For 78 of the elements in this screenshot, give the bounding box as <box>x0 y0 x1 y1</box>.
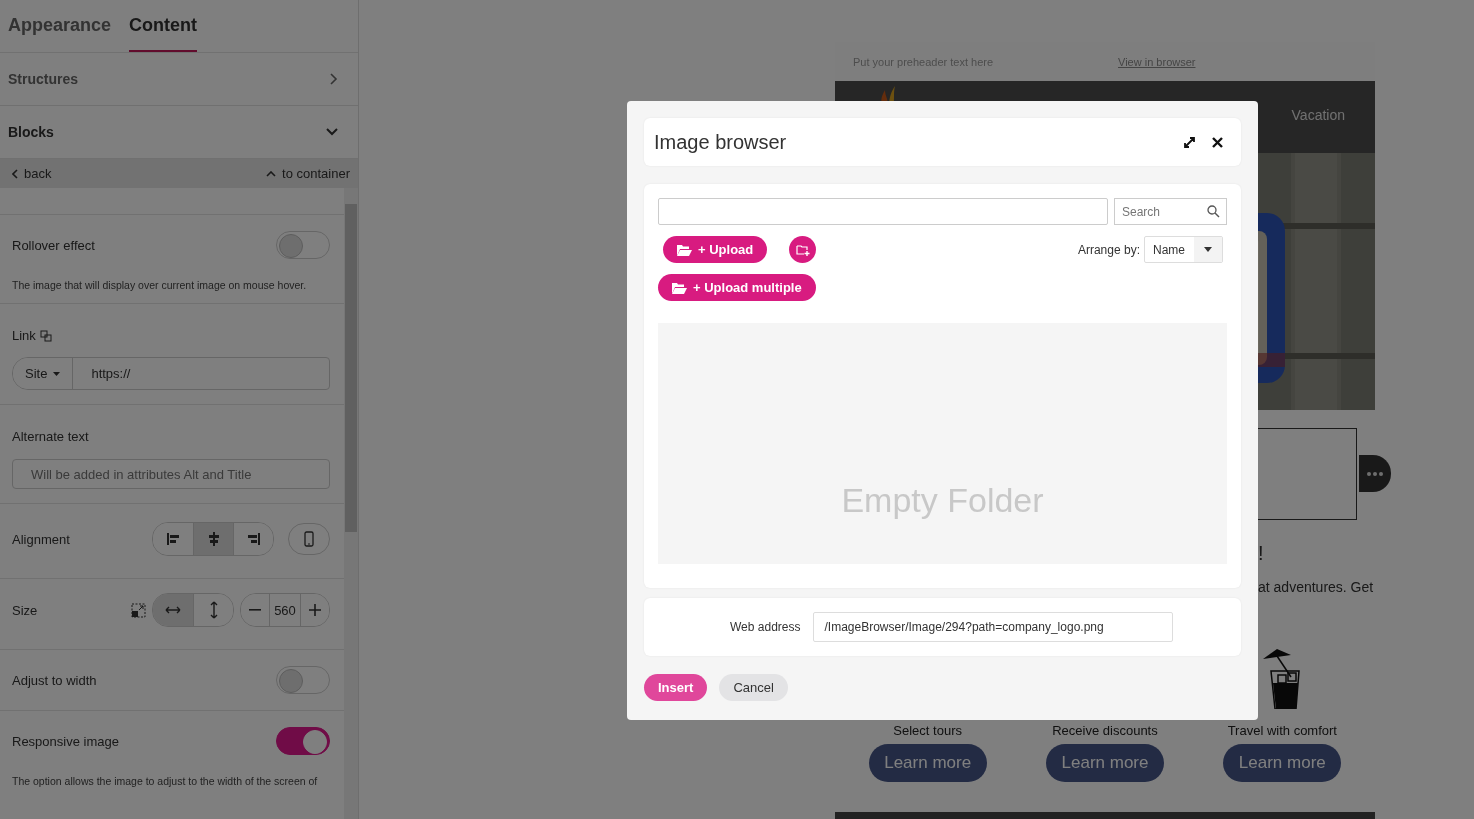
chevron-left-icon <box>12 168 18 179</box>
setting-label: Link <box>12 328 36 343</box>
section-header[interactable]: Structures <box>0 53 358 106</box>
section-title: Structures <box>8 71 79 87</box>
scheme-dropdown[interactable]: Site <box>13 358 74 389</box>
mobile-button[interactable] <box>288 523 330 555</box>
help-text: The option allows the image to adjust to the width of the screen of <box>12 775 319 789</box>
arrange-dropdown[interactable]: Name <box>1144 236 1223 263</box>
section-title: Blocks <box>8 124 54 140</box>
chevron-right-icon <box>330 73 338 85</box>
size-mode-button[interactable] <box>153 594 193 626</box>
size-value: 560 <box>269 594 301 626</box>
toggle-switch[interactable] <box>276 666 330 694</box>
phone-icon <box>304 531 314 547</box>
chevron-down-icon <box>326 128 338 136</box>
search-icon <box>1207 205 1220 218</box>
caret-down-icon <box>53 371 61 376</box>
chevron-up-icon <box>266 170 277 177</box>
path-field[interactable] <box>658 198 1108 225</box>
expand-button[interactable] <box>1183 135 1196 149</box>
horizontal-arrow-icon <box>165 606 181 614</box>
caret-down-icon <box>1204 247 1212 252</box>
setting-label: Size <box>12 602 38 618</box>
more-icon <box>1367 471 1383 476</box>
setting-label: Alignment <box>12 531 70 547</box>
feature-caption: Travel with comfort <box>1227 723 1337 738</box>
alignment-button[interactable] <box>193 523 233 555</box>
align-right-icon <box>246 532 261 546</box>
upload-multiple-button[interactable]: + Upload multiple <box>658 274 816 301</box>
upload-button[interactable]: + Upload <box>663 236 768 263</box>
alignment-button[interactable] <box>233 523 273 555</box>
close-button[interactable] <box>1212 136 1223 148</box>
expand-icon <box>1183 135 1196 149</box>
copy-icon <box>39 329 52 342</box>
learn-more-button[interactable]: Learn more <box>1046 744 1164 782</box>
insert-button[interactable]: Insert <box>644 674 708 701</box>
view-in-browser-link[interactable]: View in browser <box>1118 55 1196 68</box>
align-left-icon <box>166 532 180 546</box>
size-mode-button[interactable] <box>193 594 233 626</box>
close-icon <box>1212 136 1223 148</box>
scrollbar[interactable] <box>344 188 358 819</box>
feature-caption: Select tours <box>893 723 962 738</box>
setting-label: Rollover effect <box>12 237 95 253</box>
container-link[interactable]: to container <box>266 166 350 181</box>
web-address-label: Web address <box>730 620 801 634</box>
back-link[interactable]: back <box>12 166 52 181</box>
learn-more-button[interactable]: Learn more <box>868 744 987 782</box>
toggle-switch[interactable] <box>276 727 330 755</box>
plus-icon <box>308 604 321 616</box>
alt-text-field[interactable]: Will be added in attributes Alt and Title <box>12 459 330 489</box>
menu-item[interactable]: Vacation <box>1291 107 1345 123</box>
setting-label: Responsive image <box>12 733 119 749</box>
email-text: at adventures. Get <box>1257 579 1375 595</box>
resize-icon <box>131 602 146 618</box>
setting-label: Alternate text <box>12 429 89 444</box>
toggle-switch[interactable] <box>276 231 330 259</box>
dialog-title: Image browser <box>654 130 787 154</box>
new-folder-button[interactable] <box>789 236 817 263</box>
help-text: The image that will display over current image on mouse hover. <box>12 279 308 293</box>
web-address-field[interactable]: /ImageBrowser/Image/294?path=company_logo.png <box>813 612 1174 642</box>
feature-caption: Receive discounts <box>1052 723 1158 738</box>
minus-icon <box>249 609 262 611</box>
arrange-label: Arrange by: <box>1077 242 1140 257</box>
link-field[interactable]: Site https:// <box>12 357 330 390</box>
folder-icon <box>677 243 692 256</box>
panel-tab[interactable]: Appearance <box>8 0 112 52</box>
folder-plus-icon <box>795 243 810 256</box>
cancel-button[interactable]: Cancel <box>719 674 788 701</box>
search-field[interactable]: Search <box>1114 198 1227 225</box>
email-heading: ! <box>1257 542 1265 565</box>
align-center-icon <box>206 532 221 546</box>
more-button[interactable] <box>1359 455 1391 492</box>
size-stepper[interactable]: 560 <box>240 593 330 627</box>
panel-tab[interactable]: Content <box>129 0 198 52</box>
folder-icon <box>672 281 687 294</box>
learn-more-button[interactable]: Learn more <box>1223 744 1342 782</box>
setting-label: Adjust to width <box>12 672 97 688</box>
vertical-arrow-icon <box>209 601 218 619</box>
